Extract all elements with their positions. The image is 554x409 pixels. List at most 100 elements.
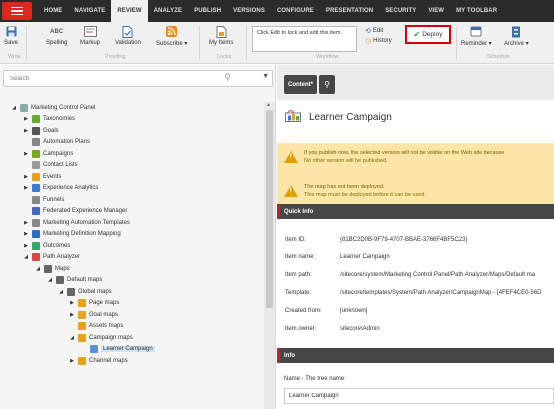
tree-node[interactable]: Learner Campaign xyxy=(81,344,155,355)
expand-arrow-icon[interactable]: ◢ xyxy=(35,266,41,272)
quick-info-key: Created from: xyxy=(285,308,322,314)
tree-node[interactable]: ▶ Goal maps xyxy=(69,309,118,320)
history-button[interactable]: ◷ History xyxy=(365,37,392,45)
reminder-button[interactable]: Reminder ▾ xyxy=(461,25,492,47)
expand-arrow-icon[interactable]: ▶ xyxy=(23,185,29,191)
floppy-disk-icon xyxy=(4,25,18,38)
expand-arrow-icon[interactable]: ▶ xyxy=(69,300,75,306)
search-tab-icon[interactable]: ⚲ xyxy=(319,75,335,94)
tab-security[interactable]: SECURITY xyxy=(379,0,422,22)
quick-info-row: Template: /sitecore/templates/System/Path… xyxy=(285,290,541,296)
tree-node[interactable]: ◢ Maps xyxy=(35,263,70,274)
tab-my-toolbar[interactable]: MY TOOLBAR xyxy=(450,0,503,22)
tree-node[interactable]: ▶ Outcomes xyxy=(23,240,70,251)
tree-node-label: Events xyxy=(43,173,62,180)
expand-arrow-icon[interactable]: ◢ xyxy=(47,277,53,283)
tree-node-label: Experience Analytics xyxy=(43,185,99,191)
tree-item-icon xyxy=(56,276,64,284)
checkmark-icon: ✔ xyxy=(413,30,421,39)
search-input[interactable] xyxy=(3,70,273,87)
expand-arrow-icon[interactable]: ◢ xyxy=(58,289,64,295)
ribbon-tabs: HOME NAVIGATE REVIEW ANALYZE PUBLISH VERSIONS… xyxy=(38,0,503,22)
tree-item-icon xyxy=(67,287,75,296)
tree-item-icon xyxy=(32,218,40,227)
tab-versions[interactable]: VERSIONS xyxy=(227,0,271,22)
archive-button[interactable]: Archive ▾ xyxy=(504,25,529,47)
expand-arrow-icon[interactable]: ▶ xyxy=(23,243,29,249)
tree-node[interactable]: ▶ Experience Analytics xyxy=(23,183,98,194)
tree-node[interactable]: ▶ Taxonomies xyxy=(23,114,75,125)
tree-node[interactable]: ▶ Events xyxy=(23,171,61,182)
search-icon[interactable]: ⚲ xyxy=(224,72,231,83)
tree-node-label: Default maps xyxy=(67,277,103,283)
tree-node[interactable]: ▶ Page maps xyxy=(69,298,119,309)
tab-home[interactable]: HOME xyxy=(38,0,68,22)
ribbon-divider xyxy=(26,26,27,60)
scroll-up-icon[interactable]: ▲ xyxy=(266,102,271,108)
item-title: Learner Campaign xyxy=(309,112,392,123)
tab-review[interactable]: REVIEW xyxy=(111,0,148,22)
tree-item-icon xyxy=(32,149,40,158)
item-header: Learner Campaign xyxy=(285,109,392,125)
quick-info-row: Item ID: {81BC2D0B-9F79-4707-BBAE-3766F4B… xyxy=(285,237,467,243)
tab-content[interactable]: Content* xyxy=(284,75,317,94)
chevron-down-icon[interactable]: ▼ xyxy=(262,73,269,80)
tree-item-icon xyxy=(32,184,40,192)
content-tree: ◢ Marketing Control Panel ▶ Taxonomies ▶ Goal… xyxy=(0,102,264,409)
tree-node[interactable]: ▶ Goals xyxy=(23,125,59,136)
tree-node[interactable]: ◢ Default maps xyxy=(47,275,102,286)
tree-node[interactable]: ◢ Path Analyzer xyxy=(23,252,80,263)
tab-view[interactable]: VIEW xyxy=(422,0,450,22)
tree-node-label: Path Analyzer xyxy=(43,254,81,260)
hamburger-menu-button[interactable] xyxy=(2,2,32,20)
tree-node[interactable]: Contact Lists xyxy=(23,160,78,171)
edit-button[interactable]: ⟲ Edit xyxy=(365,27,383,35)
expand-arrow-icon[interactable]: ▶ xyxy=(23,151,29,157)
quick-info-value: sitecore\Admin xyxy=(340,326,380,332)
expand-arrow-icon[interactable]: ◢ xyxy=(69,335,75,341)
expand-arrow-icon[interactable]: ▶ xyxy=(69,312,75,318)
tree-scrollbar[interactable]: ▲ xyxy=(264,102,275,409)
tab-presentation[interactable]: PRESENTATION xyxy=(320,0,379,22)
tree-node[interactable]: ◢ Marketing Control Panel xyxy=(11,102,95,113)
tree-item-icon xyxy=(32,161,40,169)
expand-arrow-icon[interactable]: ▶ xyxy=(23,116,29,122)
expand-arrow-icon[interactable]: ▶ xyxy=(23,231,29,237)
save-button[interactable]: Save xyxy=(4,25,18,46)
expand-arrow-icon[interactable]: ▶ xyxy=(23,174,29,180)
tree-node[interactable]: ▶ Marketing Definition Mapping xyxy=(23,229,121,240)
spelling-button[interactable]: ABC Spelling xyxy=(46,25,67,47)
markup-button[interactable]: Markup xyxy=(80,25,100,46)
expand-arrow-icon[interactable]: ◢ xyxy=(11,105,17,111)
name-field[interactable] xyxy=(284,388,554,404)
my-items-button[interactable]: My Items xyxy=(209,25,233,46)
tree-node-label: Goal maps xyxy=(89,311,119,318)
tab-publish[interactable]: PUBLISH xyxy=(188,0,227,22)
quick-info-header[interactable]: Quick Info xyxy=(277,204,554,219)
expand-arrow-icon[interactable]: ◢ xyxy=(23,254,29,260)
info-header[interactable]: Info xyxy=(277,348,554,363)
tree-node[interactable]: ◢ Campaign maps xyxy=(69,332,133,343)
subscribe-button[interactable]: Subscribe ▾ xyxy=(156,25,187,47)
tree-node[interactable]: ▶ Channel maps xyxy=(69,355,128,366)
tree-node[interactable]: ◢ Global maps xyxy=(58,286,112,297)
tab-configure[interactable]: CONFIGURE xyxy=(271,0,320,22)
expand-arrow-icon[interactable]: ▶ xyxy=(69,358,75,364)
tree-node[interactable]: Federated Experience Manager xyxy=(23,206,127,217)
tree-node[interactable]: Assets maps xyxy=(69,321,123,332)
tree-node[interactable]: Funnels xyxy=(23,194,64,205)
quick-info-key: Item path: xyxy=(285,272,312,278)
deploy-button[interactable]: ✔ Deploy xyxy=(405,25,451,44)
tab-navigate[interactable]: NAVIGATE xyxy=(68,0,111,22)
content-editor: Content* ⚲ Learner Campaign If you publi… xyxy=(277,65,554,409)
expand-arrow-icon[interactable]: ▶ xyxy=(23,128,29,134)
tree-node[interactable]: ▶ Campaigns xyxy=(23,148,73,159)
campaign-map-icon xyxy=(285,109,301,125)
tree-node[interactable]: Automation Plans xyxy=(23,137,90,148)
validation-button[interactable]: Validation xyxy=(115,25,141,46)
tab-analyze[interactable]: ANALYZE xyxy=(148,0,188,22)
scrollbar-thumb[interactable] xyxy=(266,110,273,308)
tree-item-icon xyxy=(32,138,40,146)
expand-arrow-icon[interactable]: ▶ xyxy=(23,220,29,226)
tree-node[interactable]: ▶ Marketing Automation Templates xyxy=(23,217,130,228)
